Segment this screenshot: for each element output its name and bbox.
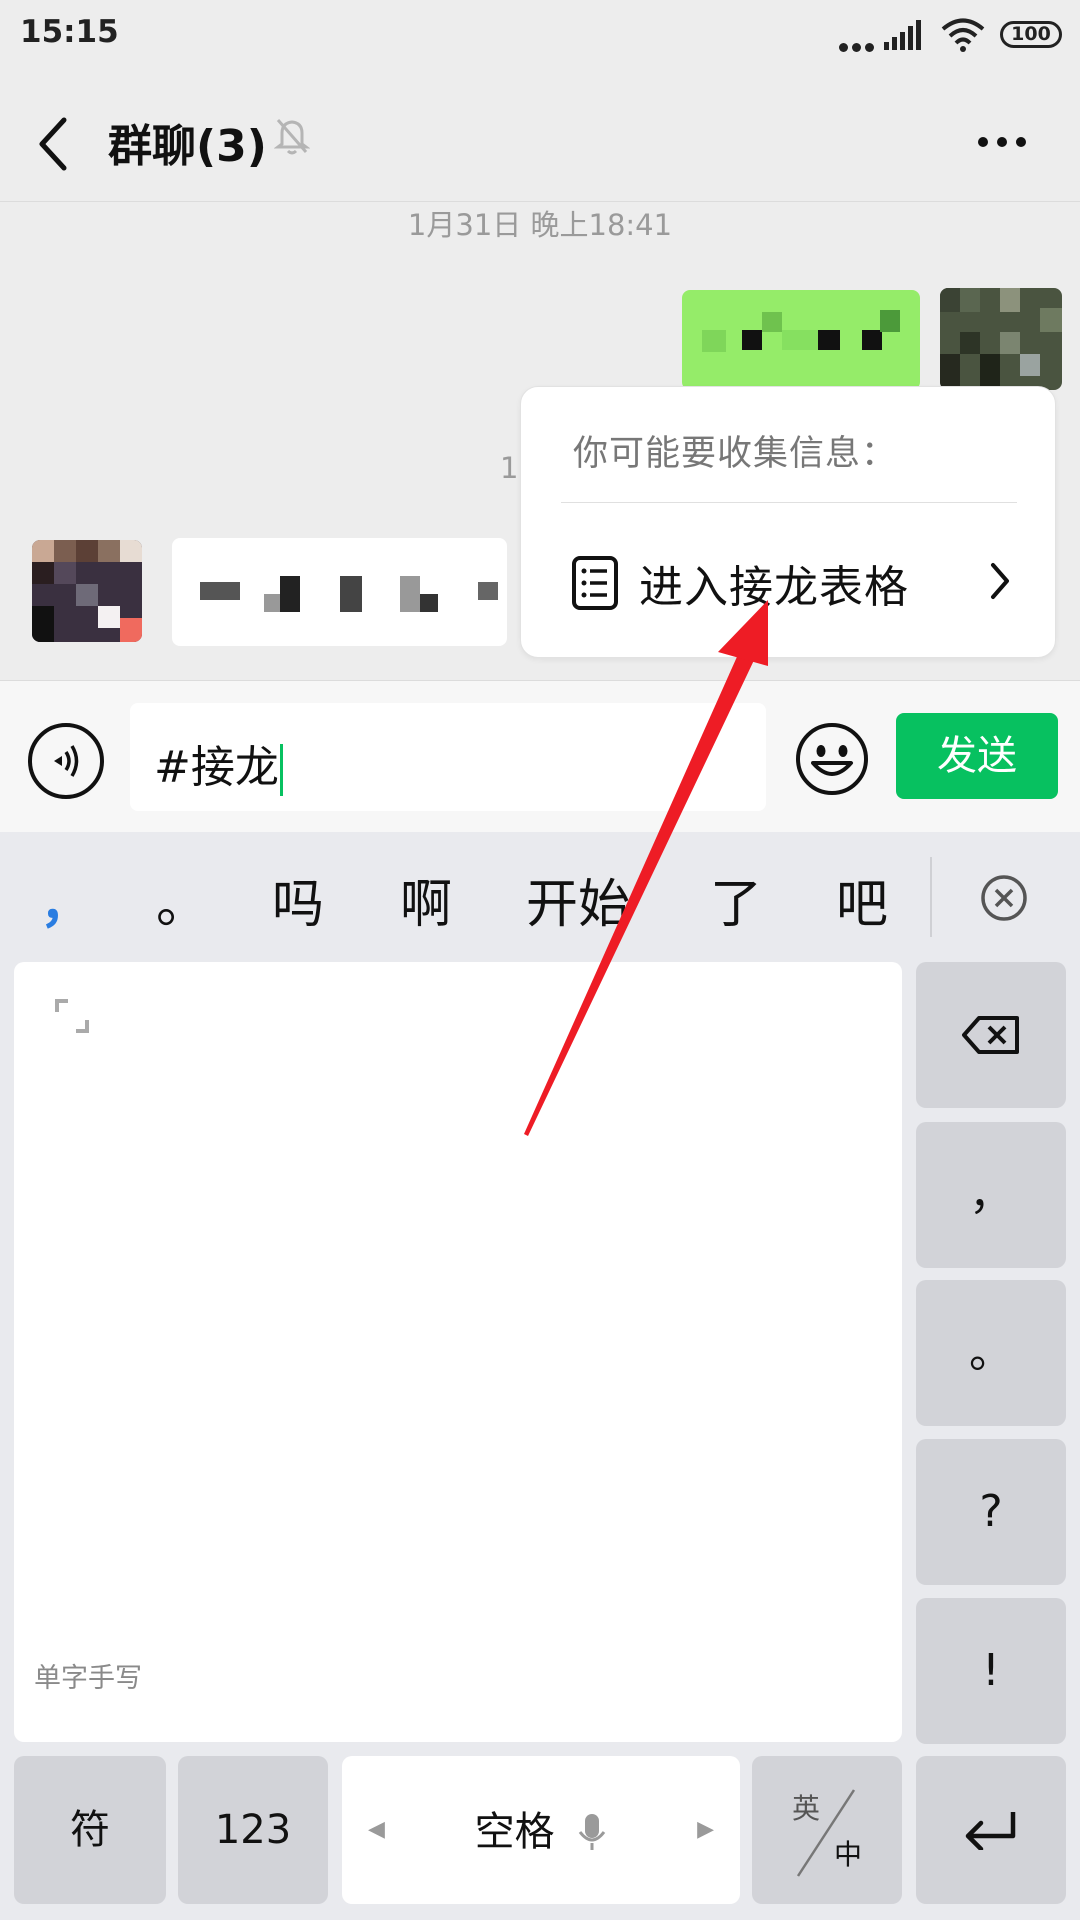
- space-label: 空格: [474, 1809, 555, 1855]
- caret-left-icon: ◀: [368, 1817, 385, 1842]
- period-key[interactable]: 。: [916, 1280, 1066, 1426]
- received-message-bubble[interactable]: [172, 538, 507, 646]
- send-button[interactable]: 发送: [896, 713, 1058, 799]
- list-form-icon: [572, 556, 618, 610]
- candidate-bar: ， 。 吗 啊 开始 了 吧: [0, 832, 1080, 960]
- backspace-key[interactable]: [916, 962, 1066, 1108]
- relay-suggestion-popup: 你可能要收集信息： 进入接龙表格: [520, 386, 1056, 658]
- mute-bell-icon: [274, 119, 310, 155]
- title-bar: 群聊(3): [0, 76, 1080, 202]
- back-icon[interactable]: [36, 116, 70, 172]
- candidate-item[interactable]: 啊: [400, 862, 452, 937]
- close-circle-icon[interactable]: [980, 874, 1028, 922]
- more-icon[interactable]: [978, 132, 1035, 151]
- lang-en-label: 英: [792, 1792, 821, 1825]
- signal-icon: [884, 20, 921, 50]
- notification-dots-icon: [839, 37, 878, 56]
- received-avatar[interactable]: [32, 540, 142, 642]
- number-key[interactable]: 123: [178, 1756, 328, 1904]
- candidate-item[interactable]: ，: [40, 862, 92, 937]
- chat-timestamp: 1月31日 晚上18:41: [407, 208, 673, 242]
- caret-right-icon: ▶: [697, 1817, 714, 1842]
- emoji-icon[interactable]: [794, 721, 870, 797]
- message-input[interactable]: #接龙: [130, 703, 766, 811]
- candidate-item[interactable]: 吗: [272, 862, 324, 937]
- enter-icon: [965, 1812, 1016, 1850]
- candidate-item[interactable]: 开始: [526, 862, 630, 937]
- keyboard: ， 。 吗 啊 开始 了 吧 单字手写 ， 。 ? ! 符 123 ◀ 空格 ▶…: [0, 832, 1080, 1920]
- chat-title: 群聊(3): [108, 121, 267, 172]
- handwriting-mode-label: 单字手写: [34, 1663, 142, 1694]
- space-key[interactable]: ◀ 空格 ▶: [342, 1756, 740, 1904]
- message-input-text: #接龙: [154, 731, 283, 796]
- lang-zh-label: 中: [834, 1838, 863, 1871]
- message-input-bar: #接龙 发送: [0, 680, 1080, 832]
- popup-hint: 你可能要收集信息：: [573, 434, 898, 474]
- chevron-right-icon: [991, 563, 1009, 599]
- voice-icon: [54, 745, 79, 777]
- language-switch-key[interactable]: 英 中: [752, 1756, 902, 1904]
- status-time: 15:15: [20, 14, 119, 50]
- text-caret: [279, 744, 283, 796]
- expand-icon[interactable]: [54, 998, 90, 1034]
- candidate-divider: [930, 857, 932, 937]
- enter-key[interactable]: [916, 1756, 1066, 1904]
- sent-avatar[interactable]: [940, 288, 1062, 390]
- enter-relay-form-button[interactable]: 进入接龙表格: [521, 503, 1057, 659]
- candidate-item[interactable]: 吧: [836, 862, 888, 937]
- mic-icon: [579, 1814, 606, 1850]
- battery-icon: 100: [1000, 21, 1062, 48]
- candidate-item[interactable]: 了: [710, 862, 762, 937]
- candidate-item[interactable]: 。: [156, 862, 208, 937]
- status-bar: 15:15 100: [0, 0, 1080, 76]
- exclamation-key[interactable]: !: [916, 1598, 1066, 1744]
- backspace-icon: [962, 1016, 1019, 1054]
- battery-level: 100: [1011, 23, 1051, 45]
- handwriting-pad[interactable]: 单字手写: [14, 962, 902, 1742]
- question-key[interactable]: ?: [916, 1439, 1066, 1585]
- wifi-icon: [941, 18, 985, 52]
- comma-key[interactable]: ，: [916, 1122, 1066, 1268]
- enter-relay-form-label: 进入接龙表格: [639, 562, 909, 613]
- symbol-key[interactable]: 符: [14, 1756, 166, 1904]
- sent-message-bubble[interactable]: [682, 290, 920, 390]
- voice-input-button[interactable]: [28, 723, 104, 799]
- chat-timestamp-partial: 1: [500, 451, 519, 485]
